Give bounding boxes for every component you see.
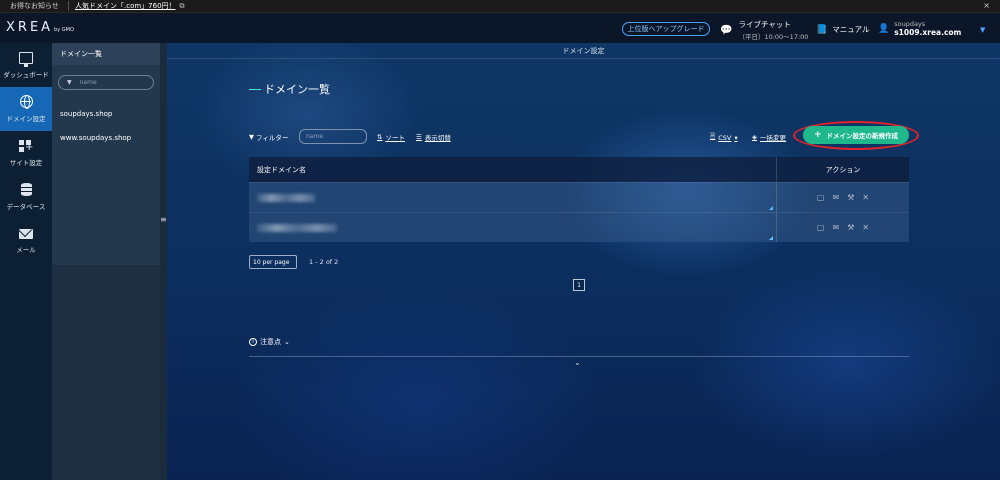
tools-icon[interactable]: ⚒ xyxy=(847,193,854,202)
grid-plus-icon xyxy=(19,139,33,153)
view-toggle-button[interactable]: ☰ 表示切替 xyxy=(416,132,451,142)
nav-label: ダッシュボード xyxy=(3,70,49,79)
panel-domain-item[interactable]: soupdays.shop xyxy=(52,102,160,126)
info-icon: i xyxy=(249,338,257,346)
delete-icon[interactable]: ✕ xyxy=(862,193,869,202)
filter-icon: ▼ xyxy=(249,133,254,141)
chevron-down-icon: ⌄ xyxy=(284,338,290,346)
new-domain-setting-button[interactable]: + ドメイン設定の新規作成 xyxy=(803,126,909,144)
manual-link[interactable]: 📘 マニュアル xyxy=(816,24,870,35)
sidebar-nav: ダッシュボード ドメイン設定 サイト設定 データベース メール xyxy=(0,43,52,480)
page-number-button[interactable]: 1 xyxy=(573,279,585,291)
notes-toggle[interactable]: i 注意点 ⌄ xyxy=(249,337,290,347)
col-domain-name: 設定ドメイン名 xyxy=(249,157,777,182)
notes-label: 注意点 xyxy=(260,338,281,346)
table-header: 設定ドメイン名 アクション xyxy=(249,157,909,182)
panel-search-placeholder: name xyxy=(79,79,97,86)
user-name: soupdays xyxy=(894,20,926,28)
row-actions: ▢ ✉ ⚒ ✕ xyxy=(777,183,909,212)
xrea-logo[interactable]: XREAby GMO xyxy=(6,20,74,35)
main-bar-title: ドメイン設定 xyxy=(167,43,1000,59)
notice-link[interactable]: 人気ドメイン「.com」760円！ xyxy=(68,1,176,11)
nav-label: サイト設定 xyxy=(9,158,43,167)
list-icon: ☰ xyxy=(416,133,422,141)
resize-corner-icon xyxy=(769,206,773,210)
csv-dropdown[interactable]: 🗎 CSV ▾ xyxy=(710,132,738,143)
panel-domain-item[interactable]: www.soupdays.shop xyxy=(52,126,160,150)
panel-search-input[interactable]: ▼ name xyxy=(58,75,154,90)
chat-hours: （平日）10:00〜17:00 xyxy=(738,33,809,41)
nav-label: ドメイン設定 xyxy=(6,115,46,123)
globe-icon xyxy=(19,95,33,109)
domain-table: 設定ドメイン名 アクション ▢ ✉ ⚒ ✕ ▢ ✉ ⚒ ✕ xyxy=(249,157,909,242)
nav-item-domain-settings[interactable]: ドメイン設定 xyxy=(0,87,52,131)
nav-item-mail[interactable]: メール xyxy=(0,219,52,263)
bulk-change-button[interactable]: ◈ 一括変更 xyxy=(752,132,786,142)
window-icon[interactable]: ▢ xyxy=(817,223,825,232)
chevron-down-icon[interactable]: ▼ xyxy=(980,26,985,34)
layers-icon: ◈ xyxy=(752,133,757,141)
live-chat-link[interactable]: 💬 ライブチャット （平日）10:00〜17:00 xyxy=(720,19,808,41)
filter-input[interactable]: name xyxy=(299,129,367,144)
user-host: s1009.xrea.com xyxy=(894,28,962,37)
panel-empty-area xyxy=(52,265,160,480)
notice-bar: お得なお知らせ 人気ドメイン「.com」760円！ ⧉ × xyxy=(0,0,1000,13)
sort-icon: ⇅ xyxy=(377,133,383,141)
nav-item-database[interactable]: データベース xyxy=(0,175,52,219)
close-icon[interactable]: × xyxy=(983,1,990,10)
col-action: アクション xyxy=(825,165,861,174)
list-toolbar: ▼ フィルター name ⇅ ソート ☰ 表示切替 🗎 CSV ▾ ◈ 一括変更 + ドメイン… xyxy=(249,121,919,150)
row-actions: ▢ ✉ ⚒ ✕ xyxy=(777,213,909,242)
panel-resize-handle[interactable]: ≡ xyxy=(160,43,167,480)
pagination-bar: 10 per page 1 - 2 of 2 xyxy=(249,255,338,269)
nav-label: データベース xyxy=(6,203,46,211)
sort-button[interactable]: ⇅ ソート xyxy=(377,132,405,142)
delete-icon[interactable]: ✕ xyxy=(862,223,869,232)
book-icon: 📘 xyxy=(816,24,828,35)
domain-list-panel: ドメイン一覧 ▼ name soupdays.shop www.soupdays… xyxy=(52,43,160,265)
nav-label: メール xyxy=(16,245,36,254)
notice-label: お得なお知らせ xyxy=(10,2,59,10)
mail-icon[interactable]: ✉ xyxy=(832,193,839,202)
upgrade-button[interactable]: 上位版へアップグレード xyxy=(622,22,710,36)
header: XREAby GMO 上位版へアップグレード 💬 ライブチャット （平日）10:… xyxy=(0,13,1000,43)
table-row[interactable]: ▢ ✉ ⚒ ✕ xyxy=(249,212,909,242)
database-icon xyxy=(20,183,32,196)
redacted-domain xyxy=(257,194,315,202)
page-title: ドメイン一覧 xyxy=(249,81,330,97)
filter-label: ▼ フィルター xyxy=(249,133,289,142)
document-icon: 🗎 xyxy=(710,132,716,140)
user-menu[interactable]: 👤 soupdays s1009.xrea.com ▼ xyxy=(878,20,985,37)
title-accent xyxy=(249,88,261,90)
mail-icon[interactable]: ✉ xyxy=(832,223,839,232)
user-icon: 👤 xyxy=(878,23,890,34)
monitor-icon xyxy=(19,51,33,67)
window-icon[interactable]: ▢ xyxy=(817,193,825,202)
resize-corner-icon xyxy=(769,236,773,240)
filter-icon: ▼ xyxy=(67,79,72,86)
nav-item-site-settings[interactable]: サイト設定 xyxy=(0,131,52,175)
expand-chevron-icon[interactable]: ⌄ xyxy=(574,358,581,367)
manual-label: マニュアル xyxy=(832,25,870,34)
panel-title: ドメイン一覧 xyxy=(52,43,160,65)
divider xyxy=(249,356,909,357)
per-page-select[interactable]: 10 per page xyxy=(249,255,297,269)
drag-handle-icon: ≡ xyxy=(160,215,167,224)
nav-item-dashboard[interactable]: ダッシュボード xyxy=(0,43,52,87)
redacted-domain xyxy=(257,224,337,232)
mail-icon xyxy=(19,228,33,239)
caret-down-icon: ▾ xyxy=(734,133,738,142)
chat-icon: 💬 xyxy=(720,24,733,36)
external-link-icon: ⧉ xyxy=(179,1,185,10)
chat-title: ライブチャット xyxy=(738,20,791,29)
plus-icon: + xyxy=(813,130,822,140)
table-row[interactable]: ▢ ✉ ⚒ ✕ xyxy=(249,182,909,212)
tools-icon[interactable]: ⚒ xyxy=(847,223,854,232)
result-count: 1 - 2 of 2 xyxy=(309,258,339,266)
main-content: ドメイン設定 ドメイン一覧 ▼ フィルター name ⇅ ソート ☰ 表示切替 🗎 CS… xyxy=(167,43,1000,480)
